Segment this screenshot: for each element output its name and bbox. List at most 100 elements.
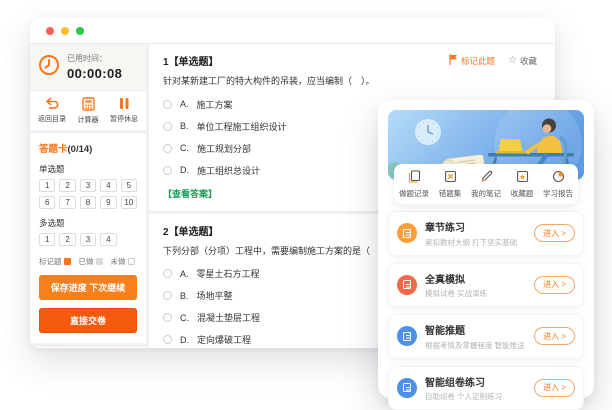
option-text: 施工规划分部 (197, 142, 251, 155)
legend-done: 已做 (79, 256, 103, 267)
question-text: 针对某新建工厂的特大构件的吊装，应当编制（ ）。 (163, 75, 541, 89)
practice-mode-title: 章节练习 (425, 219, 526, 234)
clock-icon (38, 54, 60, 81)
option-key: A. (180, 269, 189, 279)
question-number-cell[interactable]: 2 (59, 179, 75, 192)
practice-mode-subtitle: 根据考情及掌握程度 智能推送… (425, 340, 526, 351)
question-number-cell[interactable]: 10 (121, 196, 137, 209)
answer-card-header: 答题卡(0/14) (39, 141, 137, 155)
legend-undone: 未做 (111, 256, 135, 267)
wrong-set-icon (444, 170, 457, 185)
single-choice-grid: 12345 6789 10 (39, 179, 137, 209)
option-key: A. (180, 99, 189, 109)
practice-mode-item[interactable]: 全真模拟 模拟试卷 实战演练 进入 > (388, 263, 584, 308)
back-to-directory-button[interactable]: 返回目录 (38, 97, 66, 125)
radio-icon[interactable] (163, 269, 172, 278)
question-number-cell[interactable]: 6 (39, 196, 55, 209)
radio-icon[interactable] (163, 166, 172, 175)
option-key: C. (180, 143, 189, 153)
close-button[interactable] (46, 27, 54, 35)
flag-icon (449, 54, 458, 67)
option-text: 场地平整 (197, 289, 233, 302)
option-key: C. (180, 313, 189, 323)
timer-panel: 已用时间： 00:00:08 (30, 44, 146, 91)
practice-mode-item[interactable]: 章节练习 紧扣教材大纲 打下坚实基础 进入 > (388, 211, 584, 256)
radio-icon[interactable] (163, 291, 172, 300)
tool-label: 计算器 (78, 115, 99, 125)
option-text: 施工组织总设计 (197, 164, 260, 177)
question-number-cell[interactable]: 4 (100, 233, 116, 246)
tool-label: 暂停休息 (110, 114, 138, 124)
enter-button[interactable]: 进入 > (534, 224, 575, 242)
option-key: B. (180, 121, 189, 131)
practice-mode-subtitle: 紧扣教材大纲 打下坚实基础 (425, 237, 526, 248)
marked-swatch-icon (64, 258, 71, 265)
enter-button[interactable]: 进入 > (534, 379, 575, 397)
question-number-cell[interactable]: 7 (59, 196, 75, 209)
question-number-cell[interactable]: 1 (39, 233, 55, 246)
option-key: D. (180, 335, 189, 345)
records-icon (408, 170, 421, 185)
timer-value: 00:00:08 (67, 66, 122, 81)
calculator-icon (82, 97, 95, 113)
sidebar-toolbar: 返回目录 计算器 暂停休息 (30, 91, 146, 130)
menu-item-records[interactable]: 做题记录 (396, 170, 432, 199)
menu-item-wrong-set[interactable]: 错题集 (432, 170, 468, 199)
calculator-button[interactable]: 计算器 (78, 97, 99, 125)
maximize-button[interactable] (76, 27, 84, 35)
smart-push-icon (397, 326, 417, 346)
exam-sidebar: 已用时间： 00:00:08 返回目录 计算器 (30, 44, 146, 347)
done-swatch-icon (96, 258, 103, 265)
question-number-cell[interactable]: 3 (80, 179, 96, 192)
submit-paper-button[interactable]: 直接交卷 (39, 308, 137, 333)
answer-card-panel: 答题卡(0/14) 单选题 12345678910 多选题 1234 标记题 已… (30, 133, 146, 343)
radio-icon[interactable] (163, 335, 172, 344)
save-progress-button[interactable]: 保存进度 下次继续 (39, 275, 137, 300)
practice-menu-card: 做题记录 错题集 我的笔记 ★ 收藏题 学习报告 章节练习 紧扣教材大纲 打下坚… (378, 100, 594, 398)
practice-mode-item[interactable]: 智能推题 根据考情及掌握程度 智能推送… 进入 > (388, 314, 584, 359)
practice-mode-title: 全真模拟 (425, 271, 526, 286)
pencil-icon (480, 170, 493, 185)
practice-mode-title: 智能组卷练习 (425, 374, 526, 389)
radio-icon[interactable] (163, 100, 172, 109)
question-title: 1【单选题】 (163, 53, 219, 68)
enter-button[interactable]: 进入 > (534, 276, 575, 294)
option-text: 混凝土垫层工程 (197, 311, 260, 324)
option-key: B. (180, 291, 189, 301)
radio-icon[interactable] (163, 144, 172, 153)
answer-card-progress: (0/14) (68, 144, 93, 155)
question-number-cell[interactable]: 9 (100, 196, 116, 209)
pause-rest-button[interactable]: 暂停休息 (110, 97, 138, 125)
menu-item-notes[interactable]: 我的笔记 (468, 170, 504, 199)
practice-mode-list: 章节练习 紧扣教材大纲 打下坚实基础 进入 > 全真模拟 模拟试卷 实战演练 进… (388, 211, 584, 410)
option-text: 单位工程施工组织设计 (197, 120, 287, 133)
undone-swatch-icon (128, 258, 135, 265)
radio-icon[interactable] (163, 313, 172, 322)
enter-button[interactable]: 进入 > (534, 327, 575, 345)
favorite-question-button[interactable]: ☆ 收藏 (508, 55, 537, 67)
question-number-cell[interactable]: 3 (80, 233, 96, 246)
question-number-cell[interactable]: 5 (121, 179, 137, 192)
option-text: 施工方案 (197, 98, 233, 111)
minimize-button[interactable] (61, 27, 69, 35)
option-key: D. (180, 165, 189, 175)
mark-question-button[interactable]: 标记此题 (449, 54, 495, 67)
question-number-cell[interactable]: 8 (80, 196, 96, 209)
star-icon: ☆ (508, 56, 517, 66)
question-title: 2【单选题】 (163, 223, 219, 238)
radio-icon[interactable] (163, 122, 172, 131)
view-answer-link[interactable]: 【查看答案】 (163, 187, 217, 200)
question-number-cell[interactable]: 2 (59, 233, 75, 246)
multi-choice-grid: 1234 (39, 233, 137, 246)
question-number-cell[interactable]: 1 (39, 179, 55, 192)
practice-mode-subtitle: 模拟试卷 实战演练 (425, 288, 526, 299)
single-choice-label: 单选题 (39, 163, 137, 175)
question-number-cell[interactable]: 4 (100, 179, 116, 192)
practice-mode-subtitle: 自助组卷 个人定制练习 (425, 391, 526, 402)
menu-item-report[interactable]: 学习报告 (540, 170, 576, 199)
pause-icon (118, 97, 130, 112)
chapter-practice-icon (397, 223, 417, 243)
mock-exam-icon (397, 275, 417, 295)
menu-item-favorites[interactable]: ★ 收藏题 (504, 170, 540, 199)
practice-mode-item[interactable]: 智能组卷练习 自助组卷 个人定制练习 进入 > (388, 366, 584, 410)
